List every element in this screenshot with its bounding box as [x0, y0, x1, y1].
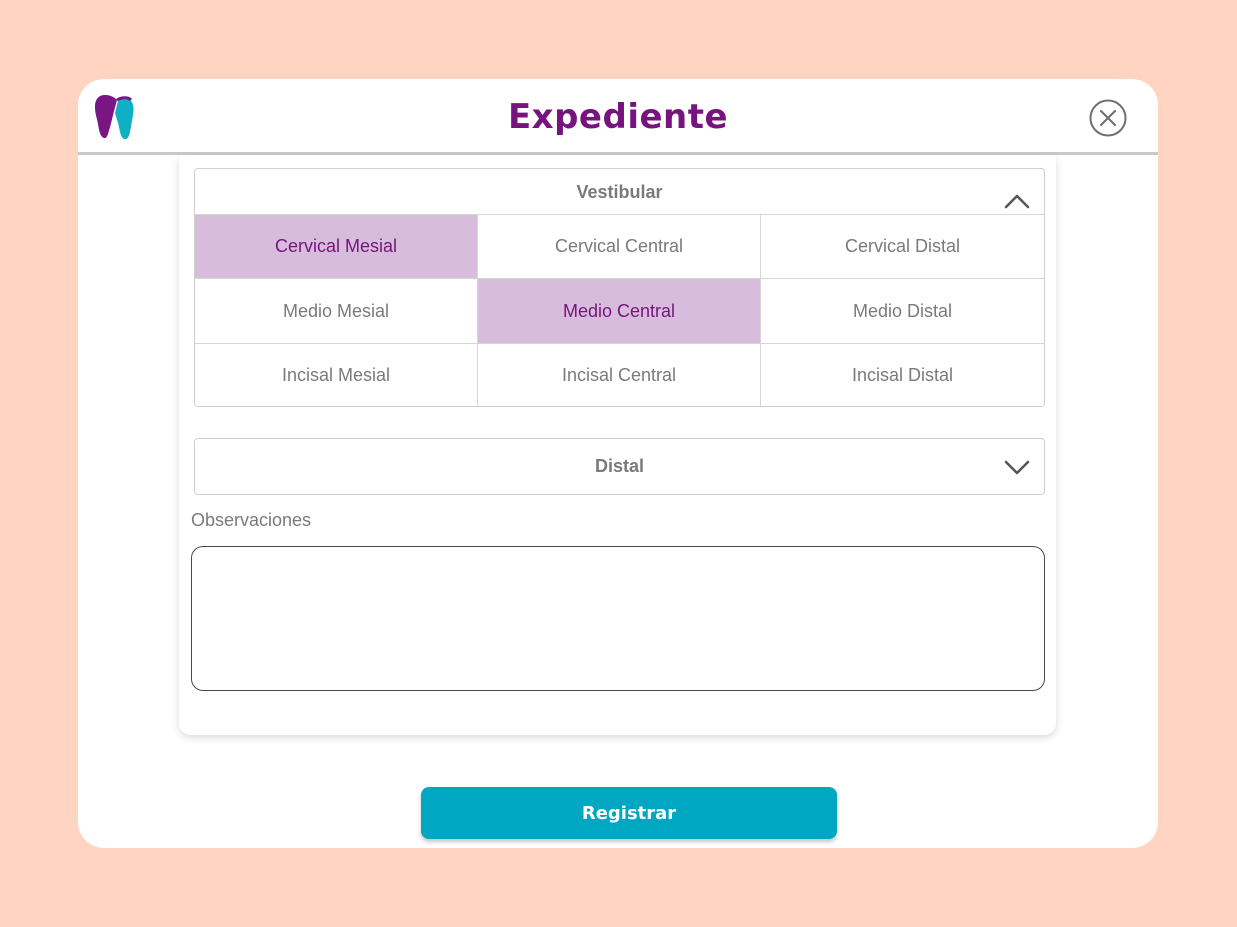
cell-medio-mesial[interactable]: Medio Mesial: [195, 278, 478, 343]
observaciones-label: Observaciones: [191, 510, 312, 530]
distal-title: Distal: [594, 456, 645, 476]
close-circle-icon[interactable]: [1089, 99, 1127, 137]
vestibular-title: Vestibular: [576, 182, 663, 202]
cell-medio-central[interactable]: Medio Central: [478, 278, 761, 343]
expediente-modal: Expediente Vestibular Cervical Mesial Ce…: [78, 79, 1158, 848]
cell-incisal-central[interactable]: Incisal Central: [478, 343, 761, 406]
vestibular-accordion-header[interactable]: Vestibular: [195, 169, 1044, 214]
modal-header: Expediente: [78, 79, 1158, 155]
cell-cervical-distal[interactable]: Cervical Distal: [761, 214, 1044, 278]
chevron-up-icon[interactable]: [1004, 193, 1030, 209]
form-panel: Vestibular Cervical Mesial Cervical Cent…: [179, 155, 1056, 735]
observaciones-textarea[interactable]: [191, 546, 1045, 691]
cell-incisal-distal[interactable]: Incisal Distal: [761, 343, 1044, 406]
cell-incisal-mesial[interactable]: Incisal Mesial: [195, 343, 478, 406]
page-title: Expediente: [507, 97, 729, 137]
register-button[interactable]: Registrar: [421, 787, 837, 839]
vestibular-accordion: Vestibular Cervical Mesial Cervical Cent…: [194, 168, 1045, 407]
cell-medio-distal[interactable]: Medio Distal: [761, 278, 1044, 343]
distal-accordion[interactable]: Distal: [194, 438, 1045, 495]
chevron-down-icon[interactable]: [1004, 459, 1030, 475]
cell-cervical-central[interactable]: Cervical Central: [478, 214, 761, 278]
vestibular-grid: Cervical Mesial Cervical Central Cervica…: [195, 214, 1044, 406]
cell-cervical-mesial[interactable]: Cervical Mesial: [195, 214, 478, 278]
